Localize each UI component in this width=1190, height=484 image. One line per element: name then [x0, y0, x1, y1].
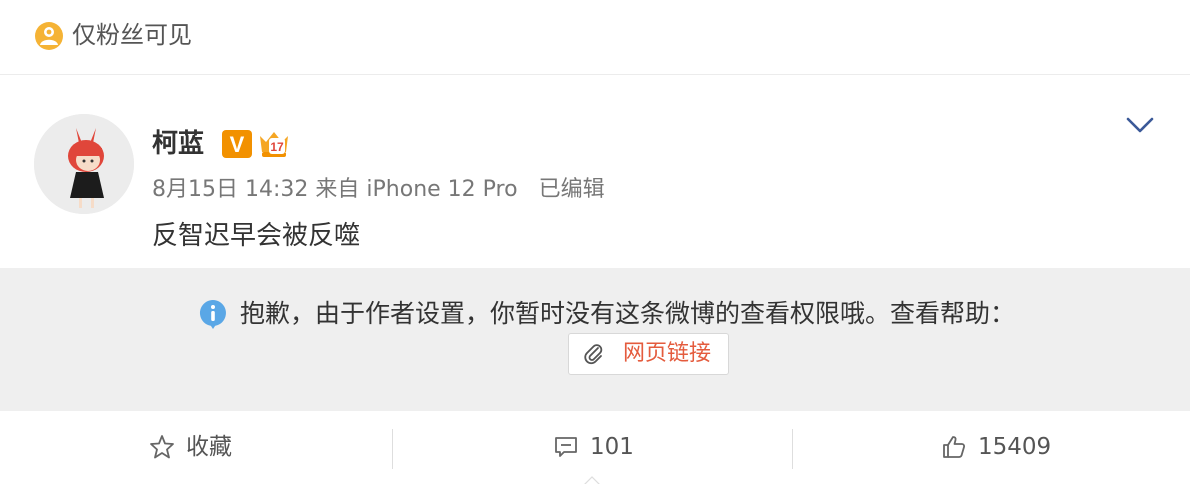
verified-v-text: V	[230, 132, 245, 157]
post-time[interactable]: 14:32	[245, 177, 308, 202]
author-name[interactable]: 柯蓝	[152, 126, 204, 162]
like-button[interactable]: 15409	[940, 429, 1051, 465]
vip-crown-icon[interactable]: 17	[256, 126, 292, 160]
verified-v-icon[interactable]: V	[222, 130, 252, 158]
vip-level-text: 17	[270, 140, 284, 154]
comment-count: 101	[590, 434, 634, 460]
favorite-label: 收藏	[186, 434, 232, 460]
star-icon	[150, 435, 174, 459]
caret-up-icon	[584, 476, 600, 484]
info-icon	[199, 300, 226, 329]
comment-icon	[555, 437, 577, 457]
post-source[interactable]: iPhone 12 Pro	[366, 177, 517, 202]
action-separator	[792, 429, 793, 469]
visibility-label: 仅粉丝可见	[72, 21, 192, 49]
paperclip-icon	[584, 344, 603, 365]
post-text: 反智迟早会被反噬	[152, 221, 361, 251]
visibility-bar: 仅粉丝可见	[0, 0, 1190, 72]
source-prefix: 来自	[315, 177, 360, 202]
web-link-button[interactable]: 网页链接	[568, 333, 729, 375]
avatar-image	[34, 114, 134, 214]
avatar[interactable]	[34, 114, 134, 214]
permission-message: 抱歉，由于作者设置，你暂时没有这条微博的查看权限哦。查看帮助：	[240, 299, 1016, 328]
fans-visibility-icon	[35, 22, 63, 50]
thumbs-up-icon	[943, 436, 966, 458]
post-meta: 8月15日 14:32 来自 iPhone 12 Pro 已编辑	[152, 174, 605, 206]
favorite-button[interactable]: 收藏	[148, 429, 232, 465]
edited-label[interactable]: 已编辑	[539, 177, 605, 202]
action-separator	[392, 429, 393, 469]
like-count: 15409	[978, 434, 1052, 460]
chevron-down-icon[interactable]	[1124, 112, 1156, 138]
web-link-label: 网页链接	[623, 341, 712, 366]
divider	[0, 74, 1190, 75]
action-bar: 收藏 101 15409	[0, 411, 1190, 484]
comment-button[interactable]: 101	[552, 429, 634, 465]
post-date[interactable]: 8月15日	[152, 177, 238, 202]
